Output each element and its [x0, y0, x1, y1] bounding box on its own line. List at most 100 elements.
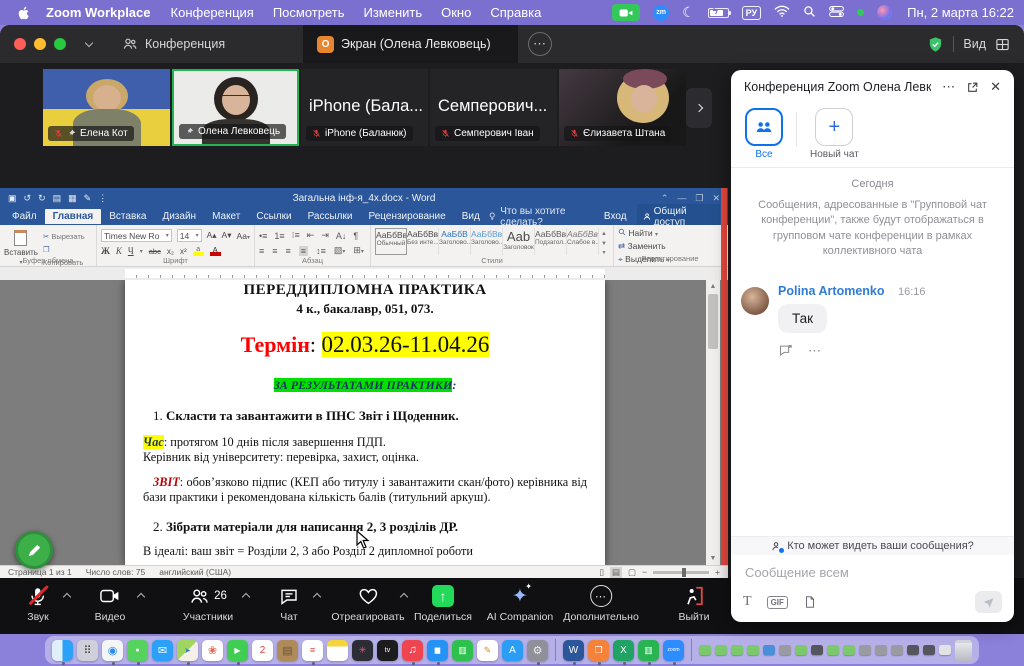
print-layout-icon[interactable]: ▤ [610, 567, 622, 578]
tab-references[interactable]: Ссылки [248, 209, 299, 224]
tab-meeting[interactable]: Конференция [122, 25, 225, 63]
close-chat-icon[interactable]: ✕ [990, 79, 1001, 95]
notes-icon[interactable] [327, 640, 348, 661]
menubar-menu-window[interactable]: Окно [441, 5, 471, 20]
minimized-window[interactable] [795, 645, 807, 655]
screen-recording-indicator-icon[interactable] [612, 4, 640, 21]
gif-icon[interactable]: GIF [767, 596, 788, 609]
styles-gallery-scroll[interactable]: ▲▼▾ [599, 228, 609, 255]
minimize-window-button[interactable] [34, 38, 46, 50]
shading-button[interactable]: ▧▾ [334, 245, 346, 256]
menubar-clock[interactable]: Пн, 2 марта 16:22 [907, 5, 1014, 20]
increase-indent-button[interactable]: ⇥ [321, 230, 329, 241]
tab-mailings[interactable]: Рассылки [300, 209, 361, 224]
pop-out-icon[interactable] [966, 81, 979, 94]
style-title[interactable]: AabЗаголовок [503, 228, 535, 255]
apple-menu-icon[interactable] [16, 5, 32, 21]
books-icon[interactable]: ❐ [588, 640, 609, 661]
change-case-button[interactable]: Аа▾ [236, 231, 250, 241]
react-button[interactable]: Отреагировать [331, 584, 404, 623]
font-color-button[interactable]: А [210, 246, 221, 256]
tab-file[interactable]: Файл [4, 209, 45, 224]
attach-file-icon[interactable] [803, 595, 817, 609]
multilevel-list-button[interactable]: ⁝≡ [292, 230, 300, 241]
filmstrip-next-button[interactable] [686, 88, 712, 128]
avatar[interactable] [741, 287, 769, 315]
grow-font-button[interactable]: А▴ [207, 230, 217, 241]
text-highlight-button[interactable]: а [193, 246, 204, 256]
underline-button[interactable]: Ч [128, 246, 134, 256]
keynote-icon[interactable]: ▆ [427, 640, 448, 661]
tab-review[interactable]: Рецензирование [360, 209, 453, 224]
menubar-menu-help[interactable]: Справка [490, 5, 541, 20]
message-input[interactable] [743, 564, 1002, 581]
sort-button[interactable]: А↓ [336, 231, 347, 241]
borders-button[interactable]: ⊞▾ [353, 245, 364, 256]
maps-icon[interactable]: ➤ [177, 640, 198, 661]
menubar-menu-conference[interactable]: Конференция [171, 5, 254, 20]
bullets-button[interactable]: •≡ [259, 231, 267, 241]
language-indicator[interactable]: английский (США) [159, 567, 231, 577]
scroll-up-icon[interactable]: ▲ [706, 280, 720, 293]
page-indicator[interactable]: Страница 1 из 1 [8, 567, 72, 577]
word-ruler[interactable] [0, 267, 728, 280]
tab-layout[interactable]: Макет [204, 209, 248, 224]
minimized-window[interactable] [715, 645, 727, 655]
participants-options-chevron[interactable] [242, 593, 250, 601]
align-center-button[interactable]: ≡ [272, 246, 277, 256]
menubar-app-name[interactable]: Zoom Workplace [46, 5, 151, 20]
view-grid-icon[interactable] [995, 37, 1010, 52]
new-chat-button[interactable]: + Новый чат [810, 108, 859, 160]
message-more-icon[interactable]: ⋯ [808, 343, 821, 359]
view-button-label[interactable]: Вид [963, 37, 986, 51]
decrease-indent-button[interactable]: ⇤ [307, 230, 315, 241]
show-paragraph-marks-button[interactable]: ¶ [353, 231, 358, 241]
app-store-icon[interactable]: A [502, 640, 523, 661]
paste-button[interactable]: Вставить ▾ [4, 228, 38, 255]
bold-button[interactable]: Ж [101, 246, 110, 256]
input-source-badge[interactable]: РУ [742, 6, 761, 20]
menubar-menu-view[interactable]: Посмотреть [273, 5, 345, 20]
word-document-area[interactable]: ПЕРЕДДИПЛОМНА ПРАКТИКА 4 к., бакалавр, 0… [0, 280, 728, 565]
replace-button[interactable]: ⇄ Заменить [618, 240, 722, 253]
siri-icon[interactable] [877, 5, 892, 20]
tab-insert[interactable]: Вставка [101, 209, 154, 224]
control-center-icon[interactable] [829, 5, 844, 21]
tab-view[interactable]: Вид [454, 209, 488, 224]
style-subtle-emphasis[interactable]: АаБбВвГгСлабое в... [567, 228, 599, 255]
ai-companion-button[interactable]: ✦✦ AI Companion [487, 584, 554, 623]
video-tile-iphone[interactable]: iPhone (Бала... iPhone (Баланюк) [301, 69, 428, 146]
format-text-icon[interactable]: T [743, 594, 752, 610]
more-button[interactable]: ⋯ Дополнительно [563, 584, 639, 623]
close-icon[interactable]: ✕ [712, 193, 720, 204]
minimize-icon[interactable]: — [677, 193, 686, 204]
audio-options-chevron[interactable] [63, 593, 71, 601]
tab-shared-screen[interactable]: О Экран (Олена Левковець) [303, 25, 518, 63]
style-heading1[interactable]: АаБбВЗаголово... [439, 228, 471, 255]
strikethrough-button[interactable]: abc [149, 247, 161, 256]
tab-design[interactable]: Дизайн [154, 209, 204, 224]
message-author[interactable]: Polina Artomenko [778, 284, 885, 298]
messages-icon[interactable]: ● [127, 640, 148, 661]
collapse-chevron-icon[interactable] [85, 39, 93, 47]
reminders-icon[interactable]: ≡ [302, 640, 323, 661]
audio-button[interactable]: Звук [27, 584, 49, 623]
facetime-icon[interactable]: ▶ [227, 640, 248, 661]
minimized-window[interactable] [923, 645, 935, 655]
message-bubble[interactable]: Так [778, 304, 827, 333]
menubar-menu-edit[interactable]: Изменить [363, 5, 422, 20]
minimized-window[interactable] [763, 645, 775, 655]
align-right-button[interactable]: ≡ [286, 246, 291, 256]
minimized-window[interactable] [859, 645, 871, 655]
video-tile-yelyzaveta[interactable]: Єлизавета Штана [559, 69, 686, 146]
finder-icon[interactable] [52, 640, 73, 661]
video-options-chevron[interactable] [137, 593, 145, 601]
video-tile-olena-levkovets-active[interactable]: Олена Левковець [172, 69, 299, 146]
focus-moon-icon[interactable]: ☾ [682, 4, 695, 21]
zoom-slider[interactable] [653, 571, 709, 574]
participants-button[interactable]: 26 Участники [183, 584, 233, 623]
minimized-window[interactable] [891, 645, 903, 655]
battery-icon[interactable]: ϟ [708, 8, 729, 18]
justify-button[interactable]: ≡ [299, 246, 308, 256]
annotate-button[interactable] [15, 531, 53, 569]
